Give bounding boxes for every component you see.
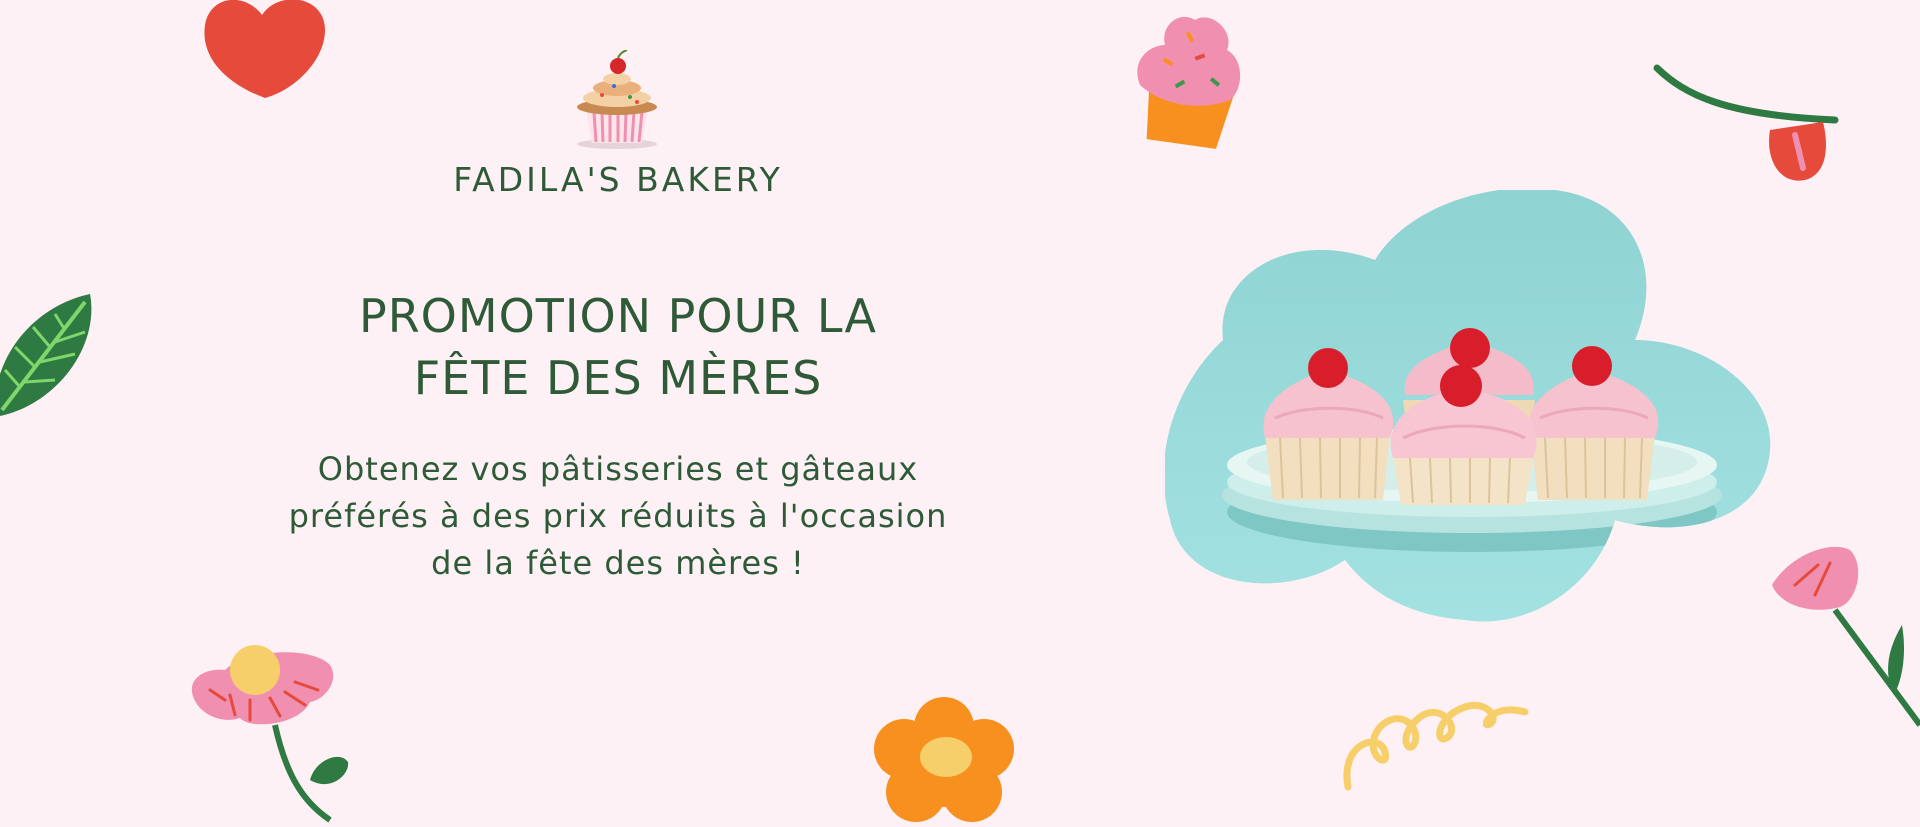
orange-flower-icon (874, 697, 1014, 822)
description-line-2: préférés à des prix réduits à l'occasion (288, 497, 948, 535)
headline-line-1: PROMOTION POUR LA (358, 289, 878, 343)
yellow-squiggle-icon (1343, 701, 1529, 791)
description-line-3: de la fête des mères ! (431, 544, 805, 582)
cupcakes-on-plate-photo (1165, 190, 1771, 622)
promo-description: Obtenez vos pâtisseries et gâteaux préfé… (200, 446, 1036, 587)
pink-tulip-icon (1772, 546, 1920, 727)
tulip-icon (1653, 64, 1839, 181)
leaf-icon (0, 294, 92, 416)
description-line-1: Obtenez vos pâtisseries et gâteaux (317, 450, 919, 488)
heart-icon (204, 0, 325, 98)
cupcake-sticker-icon (1137, 16, 1241, 149)
pink-flower-icon (191, 645, 349, 823)
cupcake-logo-icon (577, 50, 657, 149)
brand-name: FADILA'S BAKERY (453, 160, 783, 199)
headline-line-2: FÊTE DES MÈRES (413, 351, 823, 405)
page-title: PROMOTION POUR LA FÊTE DES MÈRES (250, 285, 986, 409)
